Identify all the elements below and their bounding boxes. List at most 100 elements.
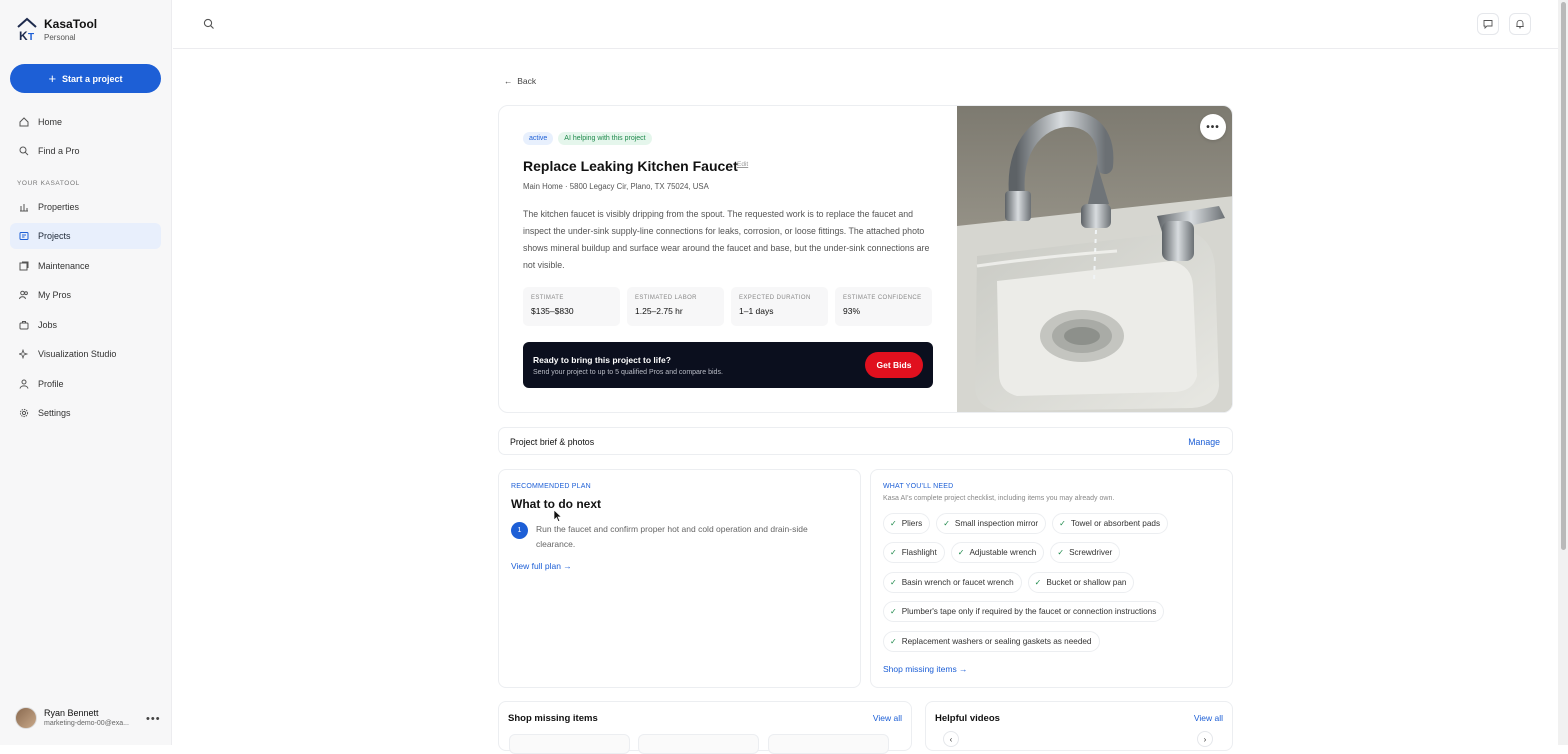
sidebar-item-find-a-pro[interactable]: Find a Pro — [10, 138, 161, 164]
checklist-row: ✓ Replacement washers or sealing gaskets … — [883, 631, 1100, 652]
project-address: Main Home · 5800 Legacy Cir, Plano, TX 7… — [523, 182, 709, 191]
start-project-label: Start a project — [62, 73, 123, 84]
brand[interactable]: K T KasaTool Personal — [16, 16, 97, 42]
stat-value: $135–$830 — [531, 306, 574, 316]
shop-view-all-link[interactable]: View all — [873, 713, 902, 723]
chat-icon — [1483, 20, 1493, 29]
checklist-item[interactable]: ✓ Towel or absorbent pads — [1052, 513, 1169, 534]
sidebar-item-label: Home — [38, 117, 63, 127]
checklist-item-label: Pliers — [901, 519, 923, 528]
svg-text:K: K — [19, 29, 28, 42]
sidebar-item-home[interactable]: Home — [10, 109, 161, 135]
what-you-need-card: WHAT YOU'LL NEED Kasa AI's complete proj… — [870, 469, 1233, 688]
sidebar-item-jobs[interactable]: Jobs — [10, 312, 161, 338]
checklist-row: ✓ Basin wrench or faucet wrench ✓ Bucket o… — [883, 572, 1135, 593]
user-account[interactable]: Ryan Bennett marketing-demo-00@exa... ••… — [0, 700, 172, 735]
checklist-item-label: Adjustable wrench — [969, 548, 1037, 557]
sidebar-item-my-pros[interactable]: My Pros — [10, 282, 161, 308]
checklist-item-label: Replacement washers or sealing gaskets a… — [901, 637, 1092, 646]
top-bar — [173, 0, 1558, 49]
back-link[interactable]: ← Back — [504, 76, 536, 86]
view-full-plan-link[interactable]: View full plan → — [511, 561, 572, 571]
project-photo[interactable] — [957, 106, 1232, 412]
project-brief-bar: Project brief & photos Manage — [498, 427, 1233, 455]
videos-title: Helpful videos — [935, 713, 1000, 724]
videos-view-all-link[interactable]: View all — [1194, 713, 1223, 723]
sidebar-section-label: YOUR KASATOOL — [17, 180, 80, 187]
sidebar-item-profile[interactable]: Profile — [10, 371, 161, 397]
back-label: Back — [517, 76, 537, 86]
stat-confidence: ESTIMATE CONFIDENCE 93% — [835, 287, 932, 326]
step-text: Run the faucet and confirm proper hot an… — [536, 524, 808, 549]
manage-link[interactable]: Manage — [1188, 437, 1220, 447]
checklist-item[interactable]: ✓ Adjustable wrench — [950, 542, 1045, 563]
maintenance-icon — [18, 260, 30, 272]
project-description: The kitchen faucet is visibly dripping f… — [523, 209, 930, 270]
sidebar-item-label: Visualization Studio — [38, 349, 117, 359]
step-number: 1 — [511, 522, 528, 539]
checklist-item[interactable]: ✓ Plumber's tape only if required by the … — [883, 601, 1165, 622]
stat-value: 93% — [843, 306, 861, 316]
stat-value: 1–1 days — [739, 306, 774, 316]
sidebar-item-label: Jobs — [38, 320, 58, 330]
check-icon: ✓ — [943, 519, 950, 528]
stat-label: ESTIMATE CONFIDENCE — [843, 295, 922, 301]
notifications-button[interactable] — [1509, 13, 1531, 35]
checklist-item-label: Small inspection mirror — [954, 519, 1039, 528]
estimate-stats: ESTIMATE $135–$830 ESTIMATED LABOR 1.25–… — [523, 287, 932, 326]
brief-title: Project brief & photos — [510, 437, 595, 447]
get-bids-banner: Ready to bring this project to life? Sen… — [523, 342, 933, 388]
home-icon — [18, 116, 30, 128]
check-icon: ✓ — [1059, 519, 1066, 528]
search-icon[interactable] — [203, 18, 215, 30]
product-thumbnail[interactable] — [638, 734, 759, 754]
stat-label: EXPECTED DURATION — [739, 295, 811, 301]
status-badge: active — [523, 132, 554, 145]
checklist-item-label: Bucket or shallow pan — [1046, 578, 1127, 587]
checklist-item[interactable]: ✓ Small inspection mirror — [936, 513, 1047, 534]
sidebar: K T KasaTool Personal + Start a project … — [0, 0, 172, 745]
faucet-sink-image — [957, 106, 1232, 412]
sidebar-item-settings[interactable]: Settings — [10, 400, 161, 426]
more-horizontal-icon[interactable]: ••• — [146, 713, 161, 725]
chart-icon — [18, 201, 30, 213]
kasatool-logo: K T — [17, 17, 37, 42]
sidebar-item-label: Maintenance — [38, 261, 90, 271]
helpful-videos-card: Helpful videos View all ‹ › — [925, 701, 1233, 751]
checklist-row: ✓ Plumber's tape only if required by the … — [883, 601, 1165, 622]
checklist-item-label: Plumber's tape only if required by the f… — [901, 607, 1157, 616]
check-icon: ✓ — [1057, 548, 1065, 557]
checklist-item[interactable]: ✓ Pliers — [883, 513, 931, 534]
cta-subtitle: Send your project to up to 5 qualified P… — [533, 369, 723, 376]
check-icon: ✓ — [890, 578, 897, 587]
sidebar-item-projects[interactable]: Projects — [10, 223, 161, 249]
search-icon — [18, 145, 30, 157]
get-bids-button[interactable]: Get Bids — [865, 352, 923, 378]
checklist-item[interactable]: ✓ Bucket or shallow pan — [1027, 572, 1135, 593]
checklist-item[interactable]: ✓ Screwdriver — [1050, 542, 1121, 563]
svg-text:T: T — [28, 32, 34, 42]
checklist-item[interactable]: ✓ Basin wrench or faucet wrench — [883, 572, 1022, 593]
plan-kicker: RECOMMENDED PLAN — [511, 483, 591, 490]
checklist-item[interactable]: ✓ Replacement washers or sealing gaskets … — [883, 631, 1100, 652]
edit-title-link[interactable]: Edit — [737, 161, 748, 168]
plus-icon: + — [48, 71, 57, 86]
product-thumbnail[interactable] — [768, 734, 889, 754]
checklist-item-label: Screwdriver — [1069, 548, 1113, 557]
user-email: marketing-demo-00@exa... — [44, 720, 129, 727]
stat-label: ESTIMATE — [531, 295, 564, 301]
scrollbar-thumb[interactable] — [1561, 2, 1566, 550]
more-options-button[interactable]: ••• — [1200, 114, 1226, 140]
badges: active AI helping with this project — [523, 132, 652, 145]
brand-name: KasaTool — [44, 16, 98, 31]
sidebar-item-properties[interactable]: Properties — [10, 194, 161, 220]
user-icon — [18, 378, 30, 390]
start-project-button[interactable]: + Start a project — [10, 64, 161, 93]
messages-button[interactable] — [1477, 13, 1499, 35]
sidebar-item-maintenance[interactable]: Maintenance — [10, 253, 161, 279]
sidebar-item-visualization-studio[interactable]: Visualization Studio — [10, 341, 161, 367]
product-thumbnail[interactable] — [509, 734, 630, 754]
check-icon: ✓ — [890, 548, 897, 557]
shop-missing-items-link[interactable]: Shop missing items → — [883, 664, 968, 674]
checklist-item[interactable]: ✓ Flashlight — [883, 542, 945, 563]
